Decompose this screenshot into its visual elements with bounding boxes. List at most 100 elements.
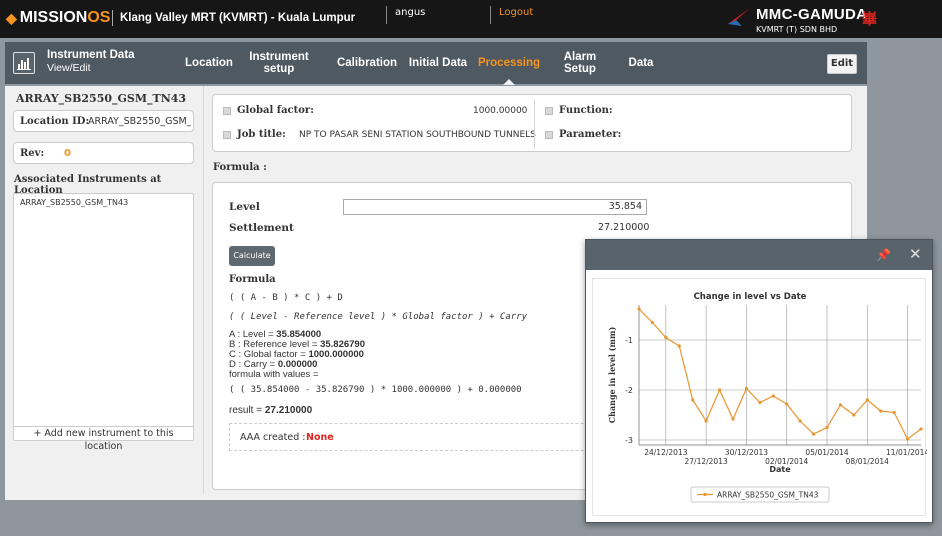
aaa-value: None [306,432,334,443]
job-title-checkbox[interactable] [223,131,231,139]
job-title-value: NP TO PASAR SENI STATION SOUTHBOUND TUNN… [299,130,536,140]
formula-named: ( ( Level - Reference level ) * Global f… [229,312,528,322]
data-point[interactable] [691,398,695,402]
tab-calibration[interactable]: Calibration [335,42,399,84]
legend-swatch-point [703,492,707,497]
formula-result: result = 27.210000 [229,405,312,416]
global-factor-value: 1000.00000 [473,106,528,116]
y-tick-label: -3 [625,436,633,445]
series-line [638,308,922,440]
data-point[interactable] [758,400,762,405]
y-axis-label: Change in level (mm) [607,327,617,424]
data-point[interactable] [879,409,883,413]
top-bar: ◆ MISSION OS Klang Valley MRT (KVMRT) - K… [0,0,942,38]
level-change-chart: Change in level vs Date -1 -2 -3 24/12/20132… [607,292,927,503]
result-label: result = [229,405,265,416]
popup-header[interactable]: 📌 ✕ [586,240,932,270]
y-tick-label: -2 [625,386,633,395]
logo-suffix: OS [87,9,111,26]
x-tick-label: 08/01/2014 [846,457,889,466]
rev-label: Rev: [20,148,45,159]
global-factor-checkbox[interactable] [223,107,231,115]
x-axis-label: Date [769,465,791,474]
job-title-label: Job title: [237,129,286,140]
x-tick-label: 27/12/2013 [685,457,728,466]
x-tick-label: 24/12/2013 [644,448,687,457]
data-point[interactable] [811,432,816,436]
result-value: 27.210000 [264,405,313,416]
data-point[interactable] [852,413,856,417]
chart-container: Change in level vs Date -1 -2 -3 24/12/2013 2… [592,278,927,516]
data-point[interactable] [798,419,802,423]
y-tick-label: -1 [625,336,633,345]
edit-button[interactable]: Edit [827,54,857,74]
data-point[interactable] [825,425,829,430]
parameters-card: Global factor: 1000.00000 Job title: NP … [212,94,852,152]
company-brand: MMC-GAMUDA 崋 KVMRT (T) SDN BHD [728,6,928,34]
legend-label: ARRAY_SB2550_GSM_TN43 [717,491,819,500]
tab-alarm-setup[interactable]: Alarm Setup [547,42,613,84]
logout-link[interactable]: Logout [490,6,533,24]
formula-with-values-label: formula with values = [229,369,319,380]
chart-popup: 📌 ✕ Change in level vs Date -1 -2 -3 24/12/2… [585,239,933,523]
settlement-label: Settlement [229,222,294,234]
data-point[interactable] [905,437,910,441]
data-point[interactable] [677,344,681,348]
function-checkbox[interactable] [545,107,553,115]
parameter-checkbox[interactable] [545,131,553,139]
brand-chinese-icon: 崋 [862,10,878,28]
location-id-field: Location ID: ARRAY_SB2550_GSM_... [13,110,194,132]
logo-prefix: MISSION [19,9,88,26]
level-input[interactable]: 35.854 [343,199,647,215]
nav-title-sub: View/Edit [47,62,91,74]
data-point[interactable] [650,320,655,325]
data-point[interactable] [892,410,896,415]
brand-name: MMC-GAMUDA [756,6,868,23]
formula-with-values: ( ( 35.854000 - 35.826790 ) * 1000.00000… [229,385,522,395]
pin-icon[interactable]: 📌 [876,248,891,262]
calculate-button[interactable]: Calculate [229,246,275,266]
username: angus [386,6,425,24]
formula-symbolic: ( ( A - B ) * C ) + D [229,293,343,303]
nav-title: Instrument Data View/Edit [47,49,135,75]
data-point[interactable] [771,394,775,398]
tab-processing[interactable]: Processing [477,42,541,85]
list-item[interactable]: ARRAY_SB2550_GSM_TN43 [20,198,128,207]
close-icon[interactable]: ✕ [909,245,922,263]
formula-variables: A : Level = 35.854000 B : Reference leve… [229,330,365,380]
instrument-name: ARRAY_SB2550_GSM_TN43 [16,92,187,105]
missionos-logo[interactable]: ◆ MISSION OS [6,9,110,27]
nav-title-main: Instrument Data [47,49,135,61]
data-point[interactable] [865,398,869,402]
data-point[interactable] [838,403,843,407]
column-divider [203,86,204,494]
data-point[interactable] [717,388,722,392]
brand-arrow-icon [728,8,750,26]
x-tick-label: 30/12/2013 [725,448,768,457]
data-point[interactable] [919,427,923,431]
location-id-value: ARRAY_SB2550_GSM_... [88,116,191,127]
data-point[interactable] [785,402,789,406]
add-instrument-button[interactable]: + Add new instrument to this location [14,426,193,452]
project-name: Klang Valley MRT (KVMRT) - Kuala Lumpur [112,10,355,26]
level-label: Level [229,201,260,213]
left-column: ARRAY_SB2550_GSM_TN43 Location ID: ARRAY… [5,86,203,500]
function-label: Function: [559,105,613,116]
tab-instrument-setup[interactable]: Instrument setup [249,42,309,84]
data-point[interactable] [744,386,749,391]
tab-initial-data[interactable]: Initial Data [407,42,469,84]
data-point[interactable] [731,417,735,421]
x-tick-label: 11/01/2014 [886,448,927,457]
tab-processing-label: Processing [478,57,540,69]
data-point[interactable] [664,335,668,340]
brand-subtitle: KVMRT (T) SDN BHD [756,25,838,34]
active-tab-caret-icon [503,79,515,85]
chart-title: Change in level vs Date [694,292,807,302]
formula-label: Formula [229,274,276,285]
data-point[interactable] [637,307,641,311]
instrument-nav: Instrument Data View/Edit Location Instr… [5,42,867,85]
tab-data[interactable]: Data [623,42,659,84]
tab-location[interactable]: Location [183,42,235,84]
data-point[interactable] [704,419,708,423]
revision-field: Rev: 0 [13,142,194,164]
